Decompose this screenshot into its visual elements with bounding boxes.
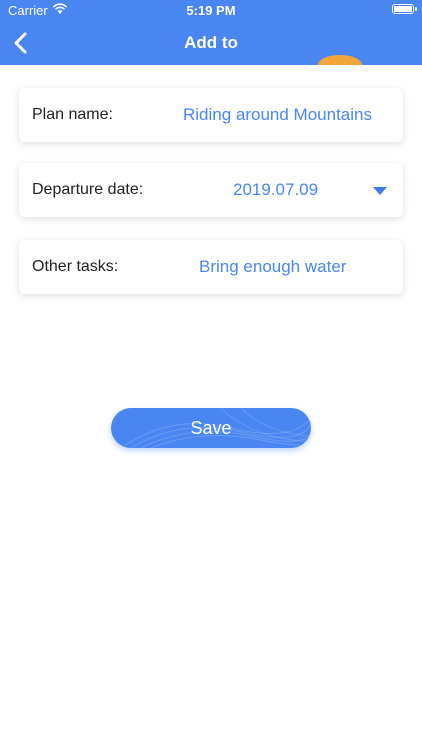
save-button[interactable]: Save [111, 408, 311, 448]
departure-date-field[interactable]: Departure date: 2019.07.09 [19, 163, 403, 217]
battery-icon [392, 4, 417, 14]
save-button-label: Save [190, 418, 232, 438]
status-time: 5:19 PM [186, 3, 236, 18]
status-bar: Carrier 5:19 PM [0, 0, 422, 22]
nav-header: Carrier 5:19 PM Add to [0, 0, 422, 65]
plan-name-value[interactable]: Riding around Mountains [183, 88, 372, 142]
other-tasks-value[interactable]: Bring enough water [199, 240, 346, 294]
departure-date-label: Departure date: [32, 181, 144, 198]
plan-name-field[interactable]: Plan name: Riding around Mountains [19, 88, 403, 142]
other-tasks-field[interactable]: Other tasks: Bring enough water [19, 240, 403, 294]
dropdown-triangle-icon[interactable] [373, 187, 387, 195]
page-title: Add to [184, 33, 238, 52]
header-decoration [318, 55, 362, 65]
plan-name-label: Plan name: [32, 106, 113, 123]
other-tasks-label: Other tasks: [32, 258, 119, 275]
departure-date-value[interactable]: 2019.07.09 [233, 163, 318, 217]
